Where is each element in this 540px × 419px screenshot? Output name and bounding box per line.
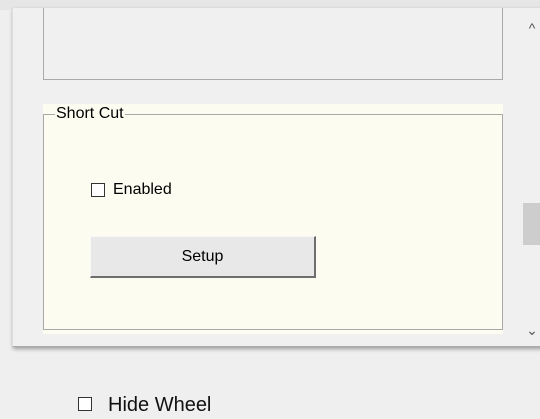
setup-button[interactable]: Setup <box>90 236 316 278</box>
hide-wheel-checkbox[interactable] <box>78 397 92 411</box>
upper-group-box <box>43 8 503 80</box>
scroll-up-arrow-icon[interactable]: ^ <box>521 16 540 40</box>
enabled-checkbox[interactable] <box>91 183 105 197</box>
enabled-label: Enabled <box>113 181 172 198</box>
scroll-down-arrow-icon[interactable]: ⌄ <box>521 318 540 342</box>
settings-scroll-panel: Short Cut Enabled Setup ^ ⌄ <box>12 8 540 347</box>
shortcut-section: Short Cut Enabled Setup <box>43 104 503 334</box>
shortcut-legend: Short Cut <box>55 104 125 124</box>
shortcut-group-box <box>43 114 503 330</box>
scroll-thumb[interactable] <box>523 203 540 245</box>
vertical-scrollbar[interactable]: ^ ⌄ <box>521 8 540 346</box>
hide-wheel-label: Hide Wheel <box>108 394 212 416</box>
